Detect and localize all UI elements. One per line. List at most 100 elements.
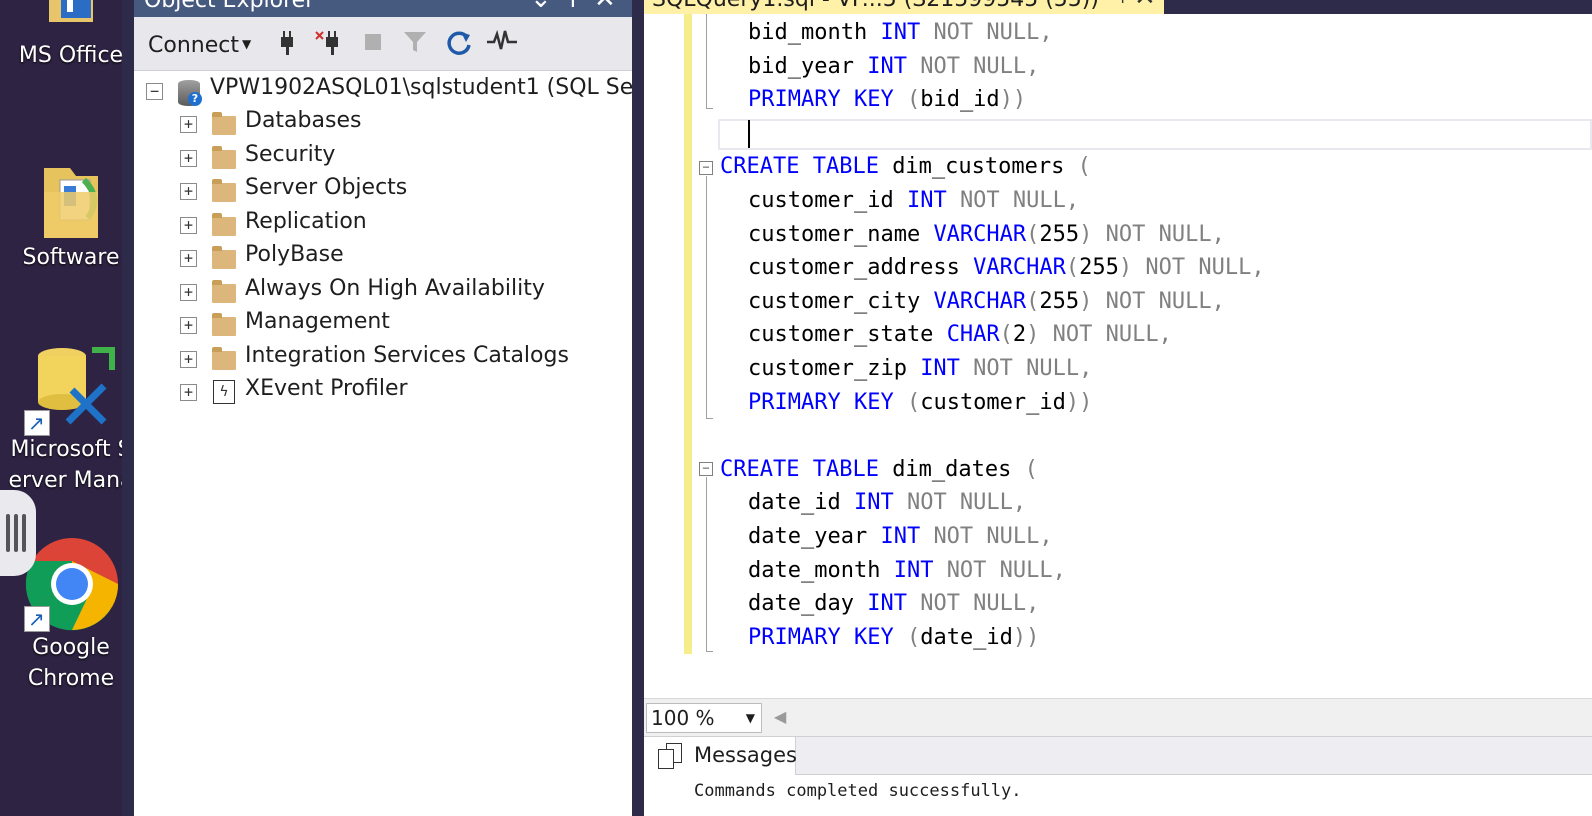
tree-node-management[interactable]: + Management xyxy=(134,309,632,341)
desktop-icon-label: Google Chrome xyxy=(27,635,115,691)
stop-icon[interactable] xyxy=(358,29,388,59)
connect-button[interactable]: Connect ▼ xyxy=(148,33,251,58)
code-token: VARCHAR xyxy=(933,221,1027,247)
code-line: PRIMARY KEY (date_id)) xyxy=(748,621,1039,654)
expand-icon[interactable]: + xyxy=(180,351,197,368)
messages-tab[interactable]: Messages xyxy=(646,737,797,775)
filter-icon[interactable] xyxy=(400,29,430,59)
collapse-icon[interactable]: − xyxy=(146,83,163,100)
tree-node-label: Integration Services Catalogs xyxy=(245,343,569,368)
code-token: INT xyxy=(853,490,907,516)
shortcut-arrow-icon xyxy=(24,604,50,635)
connect-plug-icon[interactable] xyxy=(272,29,302,59)
ms-office-shortcut[interactable]: MS Office xyxy=(0,0,142,71)
code-line: PRIMARY KEY (bid_id)) xyxy=(748,83,1026,116)
folder-icon xyxy=(212,146,236,169)
code-token: date_id xyxy=(748,490,854,516)
code-token: dim_dates xyxy=(892,456,1025,482)
tree-node-server-objects[interactable]: + Server Objects xyxy=(134,175,632,207)
code-token: 255 xyxy=(1039,221,1080,247)
tree-node-always-on[interactable]: + Always On High Availability xyxy=(134,276,632,308)
code-token: VARCHAR xyxy=(973,255,1066,281)
xevent-icon: ϟ xyxy=(213,380,235,404)
results-tab-strip xyxy=(796,737,1592,775)
code-token: NOT NULL, xyxy=(906,490,1027,516)
expand-icon[interactable]: + xyxy=(180,384,197,401)
folder-icon xyxy=(212,347,236,370)
code-token: customer_zip xyxy=(748,356,921,381)
collapse-region-icon[interactable]: − xyxy=(699,161,713,175)
expand-icon[interactable]: + xyxy=(180,183,197,200)
folder-icon xyxy=(44,168,98,238)
tree-node-label: Databases xyxy=(245,108,362,133)
code-token: CREATE TABLE xyxy=(720,456,893,482)
software-shortcut[interactable]: Software xyxy=(0,158,142,273)
collapse-region-icon[interactable]: − xyxy=(699,462,713,476)
ms-office-icon xyxy=(49,0,93,22)
editor-gutter xyxy=(644,14,678,698)
scroll-left-arrow-icon[interactable]: ◀ xyxy=(774,707,786,726)
expand-icon[interactable]: + xyxy=(180,150,197,167)
dropdown-caret-icon[interactable]: ⌄ xyxy=(530,0,552,14)
tree-node-xevent-profiler[interactable]: + ϟ XEvent Profiler xyxy=(134,376,632,408)
code-token: INT xyxy=(880,524,934,549)
tree-node-integration-services[interactable]: + Integration Services Catalogs xyxy=(134,343,632,375)
code-token: INT xyxy=(867,591,921,617)
tree-node-label: Management xyxy=(245,309,390,334)
folder-icon xyxy=(212,246,236,269)
message-output: Commands completed successfully. xyxy=(694,781,1022,801)
pin-icon[interactable]: + xyxy=(562,0,584,14)
tree-node-polybase[interactable]: + PolyBase xyxy=(134,242,632,274)
code-token: NOT NULL, xyxy=(920,53,1040,79)
code-token: date_year xyxy=(748,524,881,549)
code-line: date_year INT NOT NULL, xyxy=(748,520,1053,553)
code-line: date_day INT NOT NULL, xyxy=(748,587,1039,620)
code-area[interactable]: − − bid_month INT NOT NULL, bid_year INT … xyxy=(692,14,1592,698)
fold-guide xyxy=(706,418,713,419)
editor-status-row: 100 % ▼ ◀ xyxy=(644,698,1592,736)
code-token: date_day xyxy=(748,591,868,617)
code-token: NOT NULL, xyxy=(973,356,1093,381)
code-token: PRIMARY KEY xyxy=(748,624,907,650)
refresh-icon[interactable] xyxy=(444,29,474,59)
window-border xyxy=(122,0,134,816)
object-explorer-panel: Object Explorer ⌄ + ✕ Connect▼ − xyxy=(134,0,655,816)
code-token: ( xyxy=(1065,255,1080,281)
code-line: CREATE TABLE dim_dates ( xyxy=(720,453,1038,486)
code-token: ) NOT NULL, xyxy=(1079,221,1225,247)
code-line: PRIMARY KEY (customer_id)) xyxy=(748,386,1092,419)
query-document-tab[interactable]: SQLQuery1.sql - VP...5 (S21599545 (55)) … xyxy=(644,0,1164,14)
expand-icon[interactable]: + xyxy=(180,250,197,267)
tree-node-label: Replication xyxy=(245,209,367,234)
window-splitter[interactable] xyxy=(632,0,644,816)
expand-icon[interactable]: + xyxy=(180,116,197,133)
expand-icon[interactable]: + xyxy=(180,284,197,301)
tree-node-replication[interactable]: + Replication xyxy=(134,209,632,241)
close-icon[interactable]: ✕ xyxy=(594,0,616,14)
zoom-dropdown[interactable]: 100 % ▼ xyxy=(646,703,762,733)
code-token: ) NOT NULL, xyxy=(1079,288,1225,314)
side-panel-handle[interactable] xyxy=(0,490,36,576)
disconnect-icon[interactable] xyxy=(314,29,344,59)
tree-node-server[interactable]: − VPW1902ASQL01\sqlstudent1 (SQL Serv xyxy=(134,75,655,107)
query-editor: SQLQuery1.sql - VP...5 (S21599545 (55)) … xyxy=(644,0,1592,816)
code-token: VARCHAR xyxy=(933,288,1027,314)
code-line: date_month INT NOT NULL, xyxy=(748,554,1066,587)
code-line: customer_state CHAR(2) NOT NULL, xyxy=(748,318,1172,351)
code-token: INT xyxy=(920,356,974,381)
code-token: PRIMARY KEY xyxy=(748,87,907,113)
tree-node-databases[interactable]: + Databases xyxy=(134,108,632,140)
messages-tab-label: Messages xyxy=(694,743,797,767)
document-tab-strip: SQLQuery1.sql - VP...5 (S21599545 (55)) … xyxy=(644,0,1592,14)
activity-monitor-icon[interactable] xyxy=(486,29,517,59)
expand-icon[interactable]: + xyxy=(180,217,197,234)
fold-guide xyxy=(706,14,707,108)
code-token: ( xyxy=(906,389,921,415)
expand-icon[interactable]: + xyxy=(180,317,197,334)
pin-icon[interactable]: ⊣ xyxy=(1106,0,1125,9)
ssms-shortcut[interactable]: Microsoft S erver Mana xyxy=(0,346,142,496)
tree-node-security[interactable]: + Security xyxy=(134,142,632,174)
folder-icon xyxy=(212,280,236,303)
close-tab-icon[interactable]: ✕ xyxy=(1134,0,1156,12)
tree-node-label: Server Objects xyxy=(245,175,408,200)
